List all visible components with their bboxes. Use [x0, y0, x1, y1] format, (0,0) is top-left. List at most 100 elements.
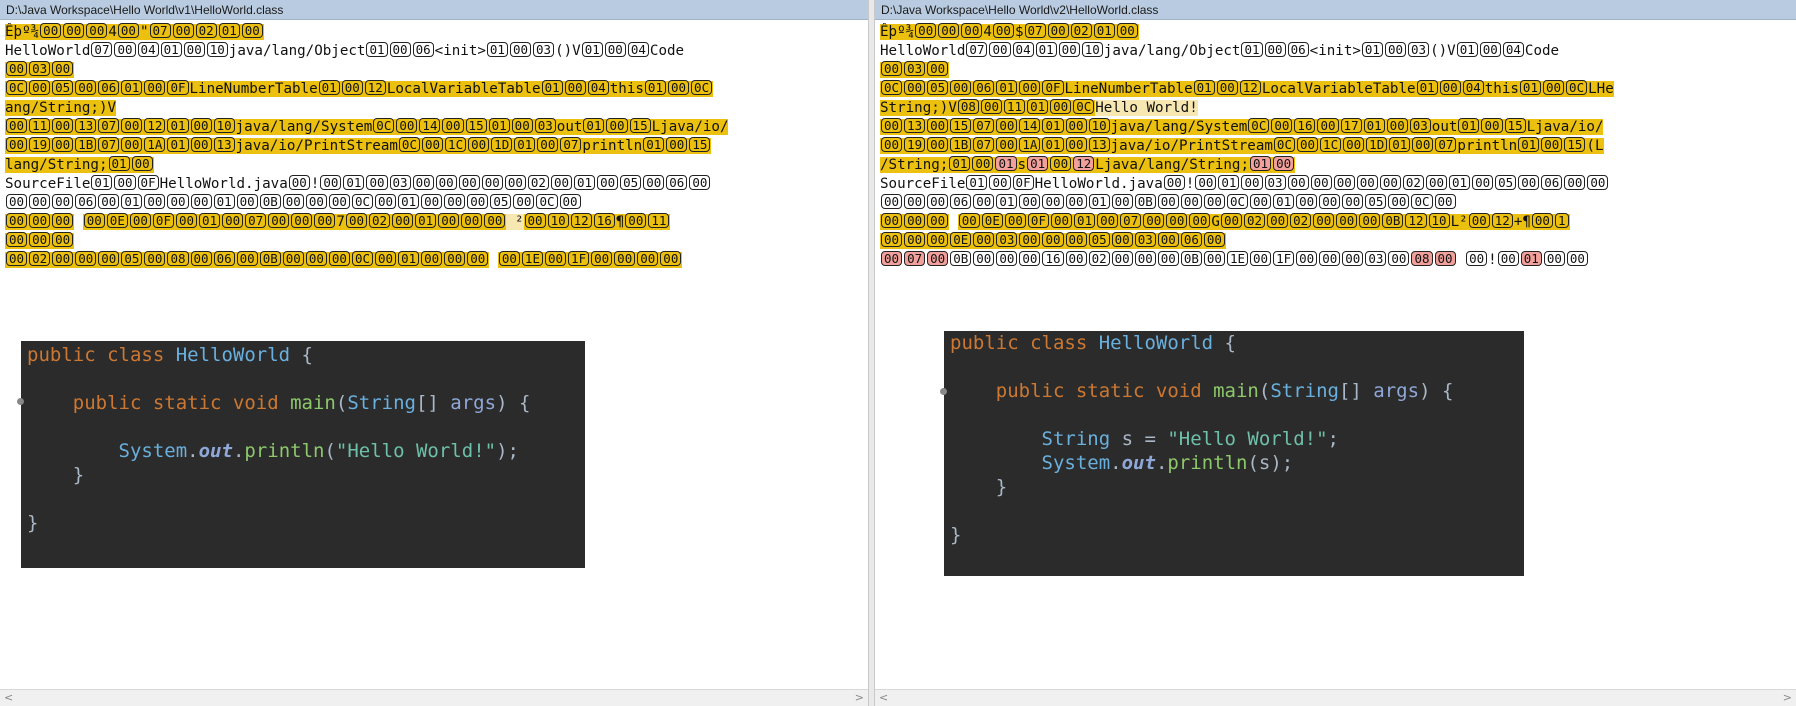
hex-byte: 00 — [1163, 175, 1185, 190]
hex-byte: 0B — [1180, 251, 1202, 266]
hex-text: $ — [1014, 24, 1024, 40]
hex-byte: 06 — [1180, 232, 1202, 247]
hex-byte: 00 — [1518, 175, 1540, 190]
hex-byte: 00 — [396, 118, 418, 133]
scroll-left-arrow-icon[interactable]: < — [879, 690, 888, 706]
scroll-left-arrow-icon[interactable]: < — [4, 690, 13, 706]
hex-byte: 00 — [29, 213, 51, 228]
hex-byte: 05 — [927, 80, 949, 95]
hex-byte: 0E — [950, 232, 972, 247]
hex-byte: 00 — [504, 175, 526, 190]
hex-byte: 00 — [625, 213, 647, 228]
hex-byte: 00 — [1250, 251, 1272, 266]
left-hex-view[interactable]: Êþº¾ 00 00 00 4 00 " 07 00 02 01 00 HelloWorld 07 00 04… — [0, 23, 868, 270]
hex-text: HelloWorld — [880, 43, 966, 59]
hex-byte: 02 — [1070, 23, 1092, 38]
code-token: } — [950, 524, 962, 546]
hex-byte: 00 — [6, 118, 28, 133]
hex-byte: 01 — [966, 175, 988, 190]
hex-byte: 05 — [490, 194, 512, 209]
hex-byte: 00 — [29, 232, 51, 247]
code-token: String — [1270, 380, 1339, 402]
hex-byte: 00 — [1310, 175, 1332, 190]
right-horizontal-scrollbar[interactable]: < > — [875, 689, 1796, 706]
hex-byte: 00 — [467, 194, 489, 209]
hex-byte: 00 — [63, 23, 85, 38]
code-token: (s); — [1247, 452, 1294, 474]
hex-byte: 00 — [1388, 194, 1410, 209]
hex-byte: 00 — [328, 251, 350, 266]
hex-byte: 00 — [458, 175, 480, 190]
hex-byte: 00 — [1264, 42, 1286, 57]
hex-byte: 00 — [222, 213, 244, 228]
hex-byte: 0B — [1134, 194, 1156, 209]
hex-line: ang/String;)V — [0, 99, 868, 118]
hex-byte: 02 — [369, 213, 391, 228]
hex-byte: 01 — [488, 118, 510, 133]
hex-line: 00 02 00 00 00 05 00 08 00 06 00 0B 00 00 00 0C 00 01 00 00… — [0, 251, 868, 270]
hex-line: String;)V 08 00 11 01 00 0C Hello World! — [875, 99, 1796, 118]
hex-byte: 00 — [1564, 175, 1586, 190]
pane-splitter[interactable] — [868, 0, 875, 706]
hex-byte: 00 — [1439, 80, 1461, 95]
hex-byte: 00 — [973, 232, 995, 247]
hex-byte: 03 — [1409, 118, 1431, 133]
hex-byte: 13 — [904, 118, 926, 133]
hex-byte: 00 — [1065, 118, 1087, 133]
hex-byte: 00 — [1042, 194, 1064, 209]
code-line: public class HelloWorld { — [944, 331, 1524, 355]
hex-byte: 10 — [213, 118, 235, 133]
hex-byte: 00 — [1180, 194, 1202, 209]
hex-byte: 00 — [438, 213, 460, 228]
hex-byte: 00 — [52, 137, 74, 152]
code-token: println — [1167, 452, 1248, 474]
scroll-right-arrow-icon[interactable]: > — [1783, 690, 1792, 706]
hex-byte: 0C — [1226, 194, 1248, 209]
hex-text: java/lang/Object — [228, 43, 366, 59]
hex-byte: 15 — [689, 137, 711, 152]
hex-byte: 00 — [6, 232, 28, 247]
hex-byte: 00 — [1004, 213, 1026, 228]
hex-byte: 03 — [1264, 175, 1286, 190]
hex-text: this — [1484, 81, 1519, 97]
hex-byte: 00 — [190, 194, 212, 209]
hex-byte: 07 — [98, 118, 120, 133]
hex-byte: 01 — [1241, 42, 1263, 57]
hex-text: out — [1431, 119, 1458, 135]
left-file-pane[interactable]: D:\Java Workspace\Hello World\v1\HelloWo… — [0, 0, 868, 706]
hex-byte: 01 — [1093, 23, 1115, 38]
hex-byte: 00 — [1271, 118, 1293, 133]
hex-byte: 00 — [412, 175, 434, 190]
hex-byte: 12 — [1405, 213, 1427, 228]
hex-text: java/lang/Object — [1103, 43, 1241, 59]
hex-byte: 00 — [131, 156, 153, 171]
hex-byte-diff: 01 — [1520, 251, 1542, 266]
hex-text: L² — [1450, 214, 1468, 230]
hex-byte: 00 — [1189, 213, 1211, 228]
hex-text: ! — [1185, 176, 1195, 192]
scroll-right-arrow-icon[interactable]: > — [855, 690, 864, 706]
hex-byte: 00 — [52, 232, 74, 247]
hex-byte: 01 — [1042, 137, 1064, 152]
hex-byte-diff: 12 — [1073, 156, 1095, 171]
hex-byte: 01 — [1416, 80, 1438, 95]
hex-byte: 01 — [486, 42, 508, 57]
hex-byte: 00 — [1157, 251, 1179, 266]
code-token: . — [1110, 452, 1122, 474]
code-token: . — [187, 440, 199, 462]
right-file-pane[interactable]: D:\Java Workspace\Hello World\v2\HelloWo… — [875, 0, 1796, 706]
left-horizontal-scrollbar[interactable]: < > — [0, 689, 868, 706]
hex-byte: 0C — [1248, 118, 1270, 133]
hex-byte: 00 — [1134, 251, 1156, 266]
hex-byte: 00 — [637, 251, 659, 266]
hex-byte-diff: 07 — [904, 251, 926, 266]
hex-byte: 06 — [75, 194, 97, 209]
hex-text: SourceFile — [880, 176, 966, 192]
hex-byte: 00 — [1065, 194, 1087, 209]
hex-byte: 01 — [541, 80, 563, 95]
right-hex-view[interactable]: Êþº¾ 00 00 00 4 00 $07 00 02 01 00 HelloWorld 07 00 04… — [875, 23, 1796, 270]
hex-byte: 04 — [1502, 42, 1524, 57]
hex-byte: 00 — [305, 251, 327, 266]
hex-byte: 00 — [29, 194, 51, 209]
